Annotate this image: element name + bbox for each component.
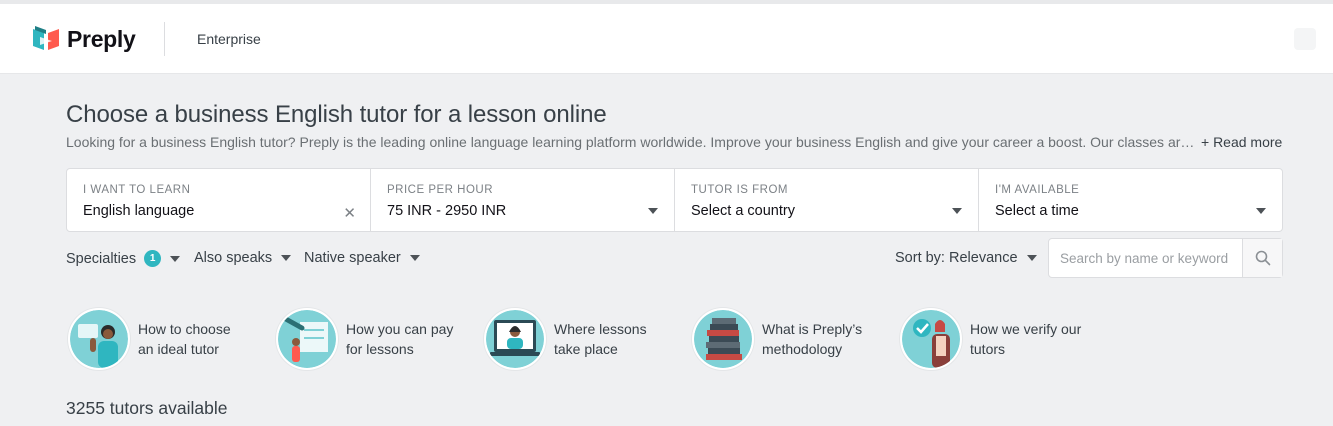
preply-logo-icon [33, 26, 59, 50]
guide-title-line: What is Preply’s [762, 321, 863, 337]
guide-methodology[interactable]: What is Preply’s methodology [692, 308, 882, 370]
tutor-illustration-icon [68, 308, 130, 370]
filter-label: I'M AVAILABLE [995, 184, 1080, 196]
read-more-link[interactable]: + Read more [1201, 134, 1282, 150]
guide-title-line: take place [554, 341, 618, 357]
filter-bar: I WANT TO LEARN English language ✕ PRICE… [66, 168, 1283, 232]
header-menu-placeholder[interactable] [1294, 28, 1316, 50]
filter-value: Select a country [691, 203, 795, 219]
filter-value: 75 INR - 2950 INR [387, 203, 507, 219]
page-description: Looking for a business English tutor? Pr… [66, 134, 1195, 150]
native-speaker-dropdown[interactable]: Native speaker [304, 250, 420, 266]
guide-lesson-place[interactable]: Where lessons take place [484, 308, 674, 370]
header-divider [164, 22, 165, 56]
payment-illustration-icon [276, 308, 338, 370]
guide-title-line: How to choose [138, 321, 231, 337]
search-button[interactable] [1242, 239, 1282, 277]
laptop-illustration-icon [484, 308, 546, 370]
specialties-dropdown[interactable]: Specialties 1 [66, 250, 181, 267]
filter-value: Select a time [995, 203, 1079, 219]
guide-title-line: Where lessons [554, 321, 647, 337]
books-illustration-icon [692, 308, 754, 370]
chevron-down-icon [952, 208, 962, 214]
tutor-search [1048, 238, 1283, 278]
site-header: Preply Enterprise [0, 4, 1333, 74]
filter-label: I WANT TO LEARN [83, 184, 191, 196]
chevron-down-icon [281, 255, 292, 261]
preply-logo-link[interactable]: Preply [32, 25, 136, 53]
guide-title-line: How we verify our [970, 321, 1082, 337]
guide-title-line: methodology [762, 341, 843, 357]
filter-label: PRICE PER HOUR [387, 184, 494, 196]
guide-payment[interactable]: How you can pay for lessons [276, 308, 466, 370]
chevron-down-icon [1256, 208, 1266, 214]
chevron-down-icon [648, 208, 658, 214]
nav-enterprise-link[interactable]: Enterprise [197, 31, 261, 47]
sort-label: Sort by: Relevance [895, 250, 1018, 266]
specialties-count-badge: 1 [144, 250, 162, 267]
clear-icon[interactable]: ✕ [343, 204, 356, 222]
filter-country[interactable]: TUTOR IS FROM Select a country [675, 169, 979, 231]
brand-name: Preply [67, 25, 136, 52]
guide-title-line: for lessons [346, 341, 414, 357]
filter-availability[interactable]: I'M AVAILABLE Select a time [979, 169, 1282, 231]
filter-value: English language [83, 203, 195, 219]
chevron-down-icon [1026, 255, 1037, 261]
search-input[interactable] [1049, 239, 1243, 277]
also-speaks-label: Also speaks [194, 250, 273, 266]
sort-dropdown[interactable]: Sort by: Relevance [895, 250, 1037, 266]
also-speaks-dropdown[interactable]: Also speaks [194, 250, 292, 266]
page-title: Choose a business English tutor for a le… [66, 101, 607, 128]
tutors-count: 3255 tutors available [66, 398, 228, 418]
native-speaker-label: Native speaker [304, 250, 401, 266]
specialties-label: Specialties [66, 250, 137, 267]
guide-verification[interactable]: How we verify our tutors [900, 308, 1090, 370]
guide-choose-tutor[interactable]: How to choose an ideal tutor [68, 308, 258, 370]
filter-label: TUTOR IS FROM [691, 184, 789, 196]
guide-title-line: How you can pay [346, 321, 454, 337]
filter-price[interactable]: PRICE PER HOUR 75 INR - 2950 INR [371, 169, 675, 231]
chevron-down-icon [170, 255, 181, 262]
guide-title-line: an ideal tutor [138, 341, 219, 357]
filter-language[interactable]: I WANT TO LEARN English language ✕ [67, 169, 371, 231]
verified-tutor-illustration-icon [900, 308, 962, 370]
search-icon [1255, 250, 1270, 266]
guide-title-line: tutors [970, 341, 1006, 357]
chevron-down-icon [409, 255, 420, 261]
